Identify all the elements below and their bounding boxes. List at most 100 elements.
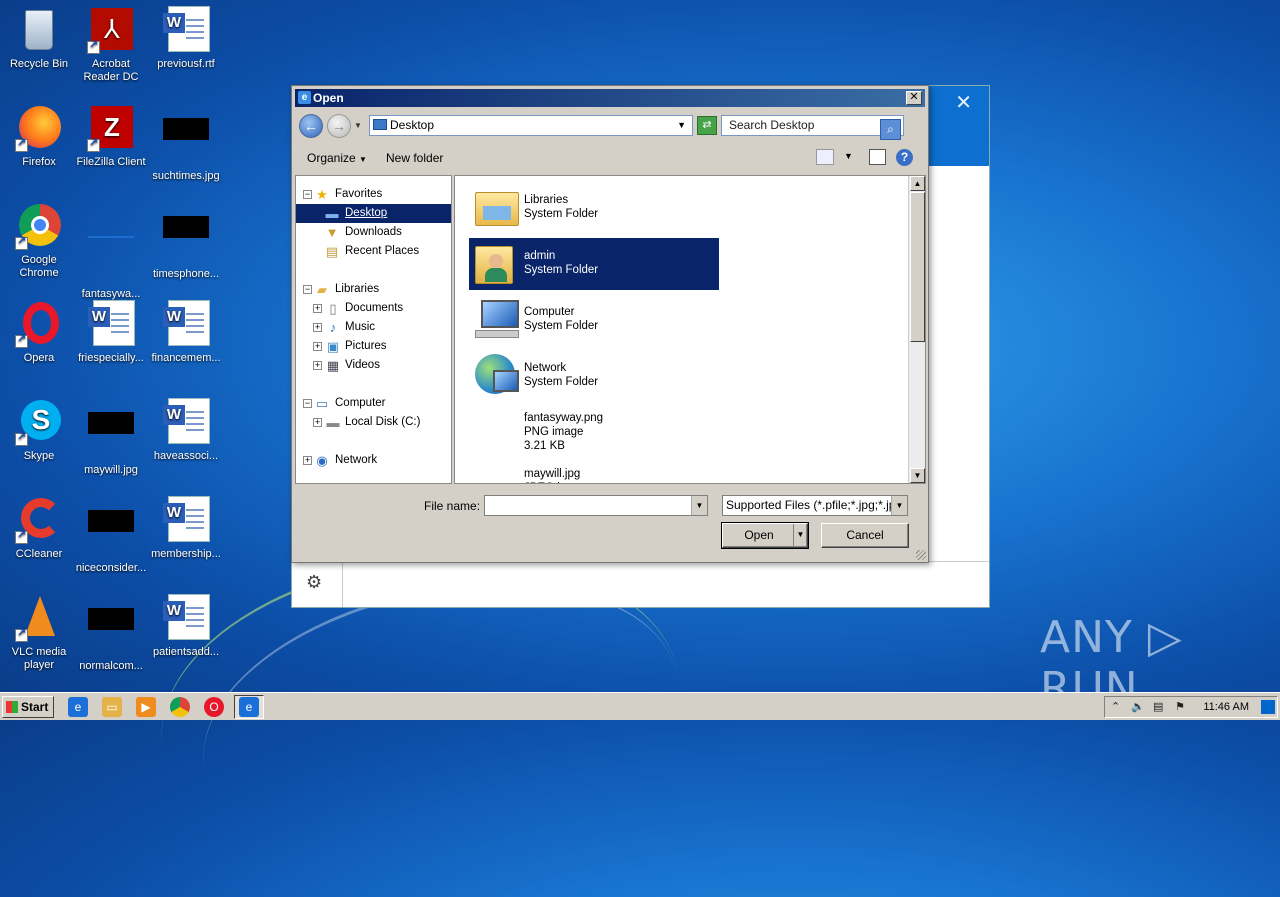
tree-item-network[interactable]: + ◉ Network bbox=[296, 451, 451, 470]
chevron-down-icon[interactable]: ▼ bbox=[891, 496, 907, 515]
file-list: Libraries System Folder admin System Fol… bbox=[454, 175, 926, 484]
view-options-dropdown[interactable]: ▼ bbox=[844, 151, 853, 161]
desktop-icon-friespecially[interactable]: friespecially... bbox=[72, 300, 150, 365]
back-button[interactable]: ← bbox=[299, 114, 323, 138]
taskbar: Start e ▭ ▶ O e ⌃ 🔈 ▤ ⚑ 11:46 AM bbox=[0, 692, 1280, 720]
desktop-icon-ccleaner[interactable]: CCleaner bbox=[0, 496, 78, 561]
computer-icon: ▭ bbox=[315, 396, 329, 411]
list-item-network[interactable]: Network System Folder bbox=[469, 350, 719, 402]
media-player-icon[interactable]: ▶ bbox=[136, 697, 156, 717]
search-placeholder: Search Desktop bbox=[729, 118, 815, 132]
vertical-scrollbar[interactable]: ▲ ▼ bbox=[908, 176, 925, 483]
desktop-icon-vlc[interactable]: VLC media player bbox=[0, 594, 78, 672]
tree-item-libraries[interactable]: − ▰ Libraries bbox=[296, 280, 451, 299]
desktop-icon-google-chrome[interactable]: Google Chrome bbox=[0, 202, 78, 280]
search-icon[interactable]: ⌕ bbox=[880, 119, 901, 140]
background-window-footer: ⚙ bbox=[292, 561, 989, 607]
network-globe-icon bbox=[473, 352, 519, 398]
chevron-down-icon[interactable]: ▼ bbox=[691, 496, 707, 515]
desktop-icon-timesphone[interactable]: timesphone... bbox=[147, 202, 225, 281]
acrobat-icon: ⅄ bbox=[87, 6, 135, 54]
file-type-select[interactable]: Supported Files (*.pfile;*.jpg;*.jp ▼ bbox=[722, 495, 908, 516]
desktop-icon-membership[interactable]: membership... bbox=[147, 496, 225, 561]
recent-locations-dropdown[interactable]: ▼ bbox=[354, 121, 362, 130]
start-button[interactable]: Start bbox=[2, 696, 54, 718]
downloads-folder-icon: ▼ bbox=[325, 225, 339, 240]
tree-item-music[interactable]: + ♪ Music bbox=[296, 318, 451, 337]
desktop-icon-patientsadd[interactable]: patientsadd... bbox=[147, 594, 225, 659]
clock[interactable]: 11:46 AM bbox=[1203, 697, 1249, 717]
tree-item-favorites[interactable]: − ★ Favorites bbox=[296, 185, 451, 204]
navigation-pane: − ★ Favorites ▬ Desktop ▼ Downloads ▤ Re… bbox=[295, 175, 452, 484]
desktop-icon-suchtimes[interactable]: suchtimes.jpg bbox=[147, 104, 225, 183]
refresh-button[interactable]: ⇄ bbox=[697, 116, 717, 135]
address-bar[interactable]: Desktop ▼ bbox=[369, 115, 693, 136]
dialog-title: Open bbox=[313, 91, 344, 105]
show-desktop-button[interactable] bbox=[1261, 700, 1275, 714]
desktop-icon-fantasyway[interactable]: fantasywa... bbox=[72, 202, 150, 301]
filezilla-icon: Z bbox=[87, 104, 135, 152]
desktop-icon-acrobat[interactable]: ⅄ Acrobat Reader DC bbox=[72, 6, 150, 84]
close-button[interactable]: ✕ bbox=[906, 91, 922, 105]
explorer-folder-icon[interactable]: ▭ bbox=[102, 697, 122, 717]
tree-item-videos[interactable]: + ▦ Videos bbox=[296, 356, 451, 375]
image-file-icon bbox=[162, 216, 210, 264]
file-name-input[interactable]: ▼ bbox=[484, 495, 708, 516]
gear-icon[interactable]: ⚙ bbox=[306, 572, 322, 593]
list-item-admin[interactable]: admin System Folder bbox=[469, 238, 719, 290]
new-folder-button[interactable]: New folder bbox=[386, 151, 443, 165]
desktop-icon-firefox[interactable]: Firefox bbox=[0, 104, 78, 169]
recycle-bin-icon bbox=[15, 6, 63, 54]
resize-grip[interactable] bbox=[916, 550, 926, 560]
search-input[interactable]: Search Desktop ⌕ bbox=[721, 115, 904, 140]
word-document-icon bbox=[162, 594, 210, 642]
preview-pane-icon[interactable] bbox=[869, 149, 886, 165]
help-icon[interactable]: ? bbox=[896, 149, 913, 166]
taskbar-active-app[interactable]: e bbox=[234, 695, 264, 719]
forward-button[interactable]: → bbox=[327, 114, 351, 138]
tree-item-computer[interactable]: − ▭ Computer bbox=[296, 394, 451, 413]
open-button[interactable]: Open ▼ bbox=[721, 522, 809, 549]
desktop-icon-normalcom[interactable]: normalcom... bbox=[72, 594, 150, 673]
tree-item-downloads[interactable]: ▼ Downloads bbox=[296, 223, 451, 242]
desktop-icon-previousf[interactable]: previousf.rtf bbox=[147, 6, 225, 71]
opera-icon[interactable]: O bbox=[204, 697, 224, 717]
tree-item-pictures[interactable]: + ▣ Pictures bbox=[296, 337, 451, 356]
scrollbar-thumb[interactable] bbox=[910, 192, 925, 342]
internet-explorer-icon[interactable]: e bbox=[68, 697, 88, 717]
active-app-icon: e bbox=[239, 697, 259, 717]
scroll-up-button[interactable]: ▲ bbox=[910, 176, 925, 191]
computer-icon bbox=[473, 296, 519, 342]
close-icon[interactable]: ✕ bbox=[955, 90, 972, 115]
volume-icon[interactable]: 🔈 bbox=[1131, 700, 1145, 713]
desktop-icon-haveassoci[interactable]: haveassoci... bbox=[147, 398, 225, 463]
action-center-flag-icon[interactable]: ⚑ bbox=[1175, 700, 1185, 713]
list-item-maywill-jpg[interactable]: maywill.jpg JPEG i... bbox=[524, 467, 580, 483]
change-view-icon[interactable] bbox=[816, 149, 834, 165]
open-options-dropdown[interactable]: ▼ bbox=[793, 524, 807, 547]
chrome-icon[interactable] bbox=[170, 697, 190, 717]
desktop-icon-filezilla[interactable]: Z FileZilla Client bbox=[72, 104, 150, 169]
desktop-icon-niceconsider[interactable]: niceconsider... bbox=[72, 496, 150, 575]
cancel-button[interactable]: Cancel bbox=[821, 523, 909, 548]
pictures-icon: ▣ bbox=[326, 339, 340, 354]
network-status-icon[interactable]: ▤ bbox=[1153, 700, 1163, 713]
desktop-icon-financemem[interactable]: financemem... bbox=[147, 300, 225, 365]
chevron-down-icon[interactable]: ▼ bbox=[677, 116, 686, 135]
desktop-icon-recycle-bin[interactable]: Recycle Bin bbox=[0, 6, 78, 71]
desktop-folder-icon bbox=[373, 119, 387, 130]
tree-item-documents[interactable]: + ▯ Documents bbox=[296, 299, 451, 318]
scroll-down-button[interactable]: ▼ bbox=[910, 468, 925, 483]
desktop-icon-maywill[interactable]: maywill.jpg bbox=[72, 398, 150, 477]
tree-item-recent-places[interactable]: ▤ Recent Places bbox=[296, 242, 451, 261]
tree-item-local-disk[interactable]: + ▬ Local Disk (C:) bbox=[296, 413, 451, 432]
desktop-icon-skype[interactable]: S Skype bbox=[0, 398, 78, 463]
desktop-icon-opera[interactable]: Opera bbox=[0, 300, 78, 365]
list-item-fantasyway-png[interactable]: fantasyway.png PNG image 3.21 KB bbox=[524, 411, 603, 453]
list-item-computer[interactable]: Computer System Folder bbox=[469, 294, 719, 346]
organize-menu[interactable]: Organize ▼ bbox=[307, 151, 367, 165]
image-file-icon bbox=[87, 608, 135, 656]
tree-item-desktop[interactable]: ▬ Desktop bbox=[296, 204, 451, 223]
list-item-libraries[interactable]: Libraries System Folder bbox=[469, 182, 719, 234]
show-hidden-icons-icon[interactable]: ⌃ bbox=[1111, 700, 1120, 713]
